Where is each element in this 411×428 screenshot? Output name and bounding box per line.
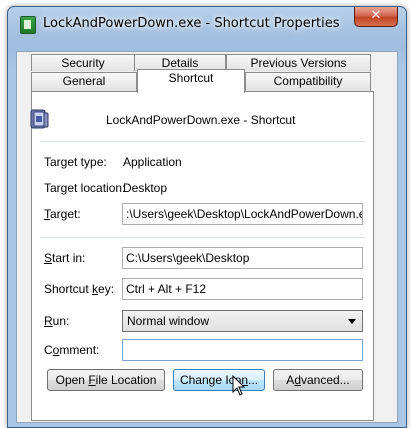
shortcut-key-field[interactable]: Ctrl + Alt + F12 — [122, 278, 363, 300]
open-file-location-pre: Open — [55, 373, 89, 387]
separator-top — [40, 141, 365, 142]
target-type-value: Application — [123, 155, 182, 169]
app-shortcut-icon — [20, 16, 36, 34]
comment-field[interactable] — [122, 339, 363, 361]
close-button[interactable]: ✕ — [354, 7, 398, 27]
change-icon-button[interactable]: Change Icon... — [173, 369, 265, 391]
tab-label: Shortcut — [168, 71, 214, 85]
tab-previous-versions[interactable]: Previous Versions — [226, 54, 371, 71]
shortcut-key-label-pre: Shortcut — [44, 282, 93, 296]
start-in-field[interactable]: C:\Users\geek\Desktop — [122, 247, 363, 269]
target-location-label: Target location: — [44, 181, 126, 195]
target-field[interactable]: :\Users\geek\Desktop\LockAndPowerDown.ex… — [122, 203, 363, 225]
shortcut-key-label: Shortcut key: — [44, 282, 114, 296]
title-bar[interactable]: LockAndPowerDown.exe - Shortcut Properti… — [8, 7, 406, 53]
target-type-label: Target type: — [44, 155, 107, 169]
comment-label: Comment: — [44, 343, 99, 357]
start-in-label-accel: S — [44, 251, 53, 265]
advanced-accel: d — [294, 373, 301, 387]
tab-label: Details — [161, 56, 199, 70]
tab-label: Previous Versions — [250, 56, 347, 70]
comment-label-post: mment: — [59, 343, 100, 357]
open-file-location-button[interactable]: Open File Location — [47, 369, 165, 391]
shortcut-key-label-post: ey: — [98, 282, 115, 296]
target-location-value: Desktop — [123, 181, 168, 195]
run-select-value: Normal window — [127, 314, 210, 328]
tab-shortcut[interactable]: Shortcut — [137, 69, 245, 93]
advanced-button[interactable]: Advanced... — [273, 369, 363, 391]
shortcut-name: LockAndPowerDown.exe - Shortcut — [106, 113, 296, 127]
target-label-post: arget: — [50, 207, 81, 221]
open-file-location-post: ile Location — [95, 373, 157, 387]
advanced-post: vanced... — [301, 373, 350, 387]
tab-general[interactable]: General — [31, 72, 137, 91]
chevron-down-icon — [348, 319, 356, 324]
change-icon-post: ... — [248, 373, 259, 387]
start-in-label-post: tart in: — [52, 251, 86, 265]
open-file-location-accel: F — [88, 373, 96, 387]
target-label: Target: — [44, 207, 81, 221]
run-label: Run: — [44, 314, 69, 328]
run-label-post: un: — [52, 314, 70, 328]
run-select[interactable]: Normal window — [122, 310, 363, 332]
comment-label-pre: C — [44, 343, 53, 357]
tab-label: Security — [61, 56, 105, 70]
tab-security[interactable]: Security — [31, 54, 135, 71]
lock-app-icon — [30, 109, 49, 129]
window-title: LockAndPowerDown.exe - Shortcut Properti… — [43, 16, 340, 31]
run-label-accel: R — [44, 314, 53, 328]
separator-mid — [40, 237, 365, 238]
mouse-pointer-icon — [232, 375, 246, 396]
start-in-label: Start in: — [44, 251, 85, 265]
tab-label: General — [62, 74, 106, 88]
tab-label: Compatibility — [273, 74, 343, 88]
tab-compatibility[interactable]: Compatibility — [245, 72, 371, 91]
